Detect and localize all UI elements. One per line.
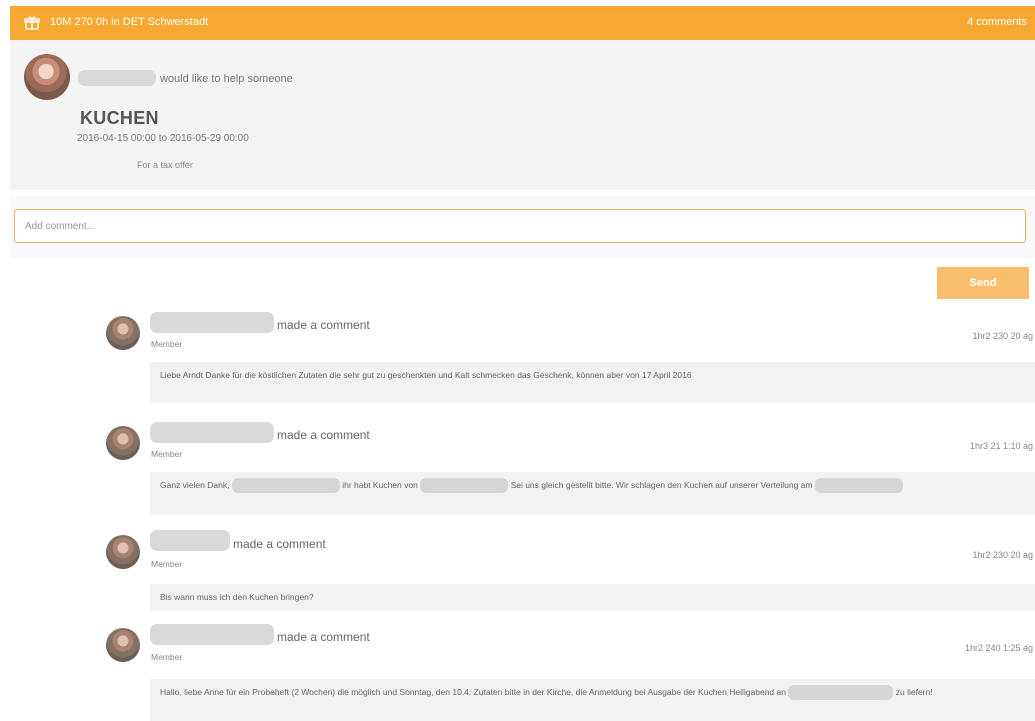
comment-action: made a comment xyxy=(277,428,370,442)
comment-role: Member xyxy=(151,652,183,662)
comment-time: 1hr2 230 20 ag xyxy=(972,331,1033,341)
comment-text: Hallo, liebe Anne für ein Probeheft (2 W… xyxy=(160,687,727,697)
send-button[interactable]: Send xyxy=(937,267,1029,299)
offer-title: KUCHEN xyxy=(80,108,159,128)
offer-card: would like to help someone KUCHEN 2016-0… xyxy=(10,40,1035,190)
comment-text: zu liefern! xyxy=(895,687,933,697)
offer-action-text: would like to help someone xyxy=(160,73,293,85)
comment-body: Ganz vielen Dank, ihr habt Kuchen von Se… xyxy=(150,472,1035,514)
offer-header-title[interactable]: 10M 270 0h in DET Schwerstadt xyxy=(50,16,208,28)
comment-action: made a comment xyxy=(277,630,370,644)
comment-action: made a comment xyxy=(277,318,370,332)
offer-header-bar: 10M 270 0h in DET Schwerstadt 4 comments xyxy=(10,6,1035,40)
comment-body: Bis wann muss ich den Kuchen bringen? xyxy=(150,584,1035,611)
redacted-name xyxy=(231,478,340,494)
comment-role: Member xyxy=(151,449,183,459)
avatar[interactable] xyxy=(106,426,140,460)
comment-input[interactable] xyxy=(14,209,1026,243)
comment-text: ihr habt Kuchen von xyxy=(342,480,418,490)
offer-note: For a tax offer xyxy=(137,160,193,170)
comment-body: Liebe Arndt Danke für die köstlichen Zut… xyxy=(150,362,1035,402)
comment-time: 1hr2 240 1:25 ag xyxy=(964,643,1033,653)
avatar[interactable] xyxy=(106,628,140,662)
redacted-name xyxy=(788,685,894,701)
gift-icon xyxy=(24,16,40,30)
avatar[interactable] xyxy=(106,316,140,350)
avatar[interactable] xyxy=(24,54,70,100)
comment-time: 1hr3 21 1:10 ag xyxy=(969,441,1033,451)
comment-body: Hallo, liebe Anne für ein Probeheft (2 W… xyxy=(150,679,1035,721)
redacted-user-name xyxy=(150,530,230,551)
redacted-user-name xyxy=(78,70,156,86)
comment-text: Heiligabend an xyxy=(729,687,786,697)
avatar[interactable] xyxy=(106,535,140,569)
comment-action: made a comment xyxy=(233,537,326,551)
redacted-user-name xyxy=(150,624,274,645)
redacted-user-name xyxy=(150,312,274,333)
redacted-name xyxy=(814,478,903,494)
comment-role: Member xyxy=(151,339,183,349)
redacted-name xyxy=(420,478,509,494)
comment-role: Member xyxy=(151,559,183,569)
comment-count[interactable]: 4 comments xyxy=(967,16,1027,28)
comment-text: Ganz vielen Dank, xyxy=(160,480,230,490)
offer-dates: 2016-04-15 00:00 to 2016-05-29 00:00 xyxy=(77,133,249,144)
redacted-user-name xyxy=(150,422,274,443)
comment-text: Sei uns gleich gestellt bitte. Wir schla… xyxy=(510,480,813,490)
comment-time: 1hr2 230 20 ag xyxy=(972,550,1033,560)
